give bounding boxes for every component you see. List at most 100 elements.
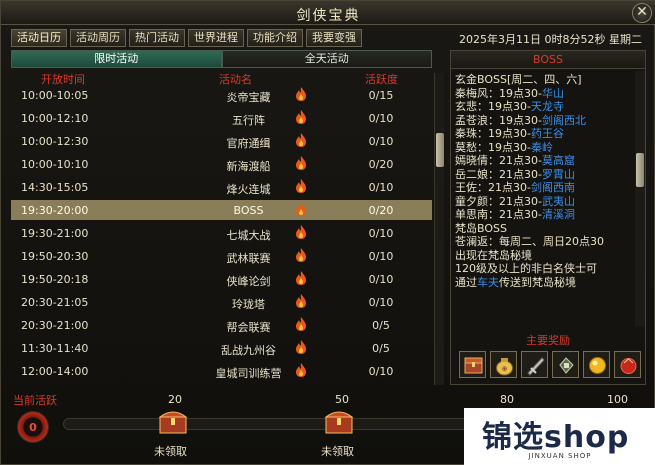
detail-line-text: 岳二娘：21点30-: [455, 167, 542, 181]
detail-line-text: 王佐：21点30-: [455, 181, 531, 194]
detail-line: 苍澜返：每周二、周日20点30: [455, 235, 635, 249]
row-activity-points: 0/20: [368, 158, 394, 171]
row-time: 10:00-10:05: [21, 89, 89, 102]
detail-location-link[interactable]: 药王谷: [531, 127, 564, 140]
detail-line: 秦珠：19点30-药王谷: [455, 127, 635, 141]
tab-world-progress[interactable]: 世界进程: [188, 29, 244, 47]
milestone-status-50: 未领取: [321, 445, 354, 458]
row-time: 19:50-20:30: [21, 250, 89, 263]
detail-location-link[interactable]: 车夫: [477, 276, 499, 289]
row-time: 11:30-11:40: [21, 342, 89, 355]
detail-scrollbar[interactable]: [635, 71, 645, 326]
subtab-timed-activities[interactable]: 限时活动: [11, 50, 222, 68]
detail-line: 岳二娘：21点30-罗霄山: [455, 168, 635, 182]
detail-location-link[interactable]: 清溪洞: [542, 208, 575, 221]
detail-line-text: 玄悲：19点30-: [455, 100, 531, 113]
table-row[interactable]: 20:30-21:05 玲珑塔 0/10: [11, 292, 432, 312]
detail-location-link[interactable]: 天龙寺: [531, 100, 564, 113]
table-row[interactable]: 10:00-10:05 炎帝宝藏 0/15: [11, 85, 432, 105]
detail-location-link[interactable]: 罗霄山: [542, 168, 575, 181]
table-row[interactable]: 19:50-20:30 武林联赛 0/10: [11, 246, 432, 266]
detail-location-link[interactable]: 秦岭: [531, 141, 553, 154]
milestone-value-80: 80: [500, 393, 514, 406]
hot-fire-icon: [295, 224, 307, 240]
table-row[interactable]: 10:00-12:10 五行阵 0/10: [11, 108, 432, 128]
detail-location-link[interactable]: 剑阁西南: [531, 181, 575, 194]
detail-location-link[interactable]: 华山: [542, 87, 564, 100]
row-time: 19:30-21:00: [21, 227, 89, 240]
row-time: 20:30-21:05: [21, 296, 89, 309]
row-activity-points: 0/10: [368, 181, 394, 194]
reward-red-gem-icon[interactable]: [614, 351, 641, 378]
table-row[interactable]: 12:00-14:00 皇城司训练营 0/10: [11, 361, 432, 381]
detail-location-link[interactable]: 莫高窟: [542, 154, 575, 167]
detail-line-text: 孟苍浪：19点30-: [455, 113, 542, 127]
window-title: 剑侠宝典: [296, 8, 361, 24]
milestone-chest-icon[interactable]: [323, 405, 355, 435]
row-activity-name: 烽火连城: [226, 183, 271, 196]
tab-feature-intro[interactable]: 功能介绍: [247, 29, 303, 47]
reward-token-icon[interactable]: [552, 351, 579, 378]
detail-line: 孟苍浪：19点30-剑阁西北: [455, 114, 635, 128]
sub-tab-bar: 限时活动 全天活动: [11, 50, 432, 68]
detail-header: BOSS: [451, 51, 645, 69]
hot-fire-icon: [295, 247, 307, 263]
milestone-chest-icon[interactable]: [157, 405, 189, 435]
detail-location-link[interactable]: 剑阁西北: [542, 114, 586, 127]
svg-text:⊕: ⊕: [502, 365, 508, 373]
reward-blade-icon[interactable]: [521, 351, 548, 378]
current-activity-value: 0: [29, 421, 37, 434]
reward-slots: ⊕: [459, 351, 641, 378]
row-time: 10:00-12:30: [21, 135, 89, 148]
table-row[interactable]: 10:00-12:30 官府通缉 0/10: [11, 131, 432, 151]
row-activity-points: 0/10: [368, 227, 394, 240]
detail-line-text: 莫愁：19点30-: [455, 140, 531, 154]
row-activity-points: 0/10: [368, 296, 394, 309]
hot-fire-icon: [295, 155, 307, 171]
tab-activity-calendar[interactable]: 活动日历: [11, 29, 67, 47]
subtab-allday-activities[interactable]: 全天活动: [221, 50, 432, 68]
reward-chest-icon[interactable]: [459, 351, 486, 378]
row-time: 10:00-12:10: [21, 112, 89, 125]
detail-location-link[interactable]: 武夷山: [542, 195, 575, 208]
tab-weekly-calendar[interactable]: 活动周历: [70, 29, 126, 47]
milestone-status-20: 未领取: [154, 445, 187, 458]
close-icon[interactable]: ✕: [632, 3, 652, 23]
hot-fire-icon: [295, 178, 307, 194]
tab-hot-activities[interactable]: 热门活动: [129, 29, 185, 47]
detail-line: 单思南：21点30-清溪洞: [455, 208, 635, 222]
table-row[interactable]: 10:00-10:10 新海渡船 0/20: [11, 154, 432, 174]
watermark-main-text: 锦选shop: [482, 420, 630, 455]
server-datetime: 2025年3月11日 0时8分52秒 星期二: [459, 33, 642, 46]
reward-pouch-icon[interactable]: ⊕: [490, 351, 517, 378]
detail-line: 通过车夫传送到梵岛秘境: [455, 276, 635, 290]
current-activity-ring: 0: [17, 411, 49, 443]
hot-fire-icon: [295, 339, 307, 355]
row-activity-points: 0/10: [368, 112, 394, 125]
activity-detail-panel: BOSS 玄金BOSS[周二、四、六] 秦梅风：19点30-华山 玄悲：19点30-…: [450, 50, 646, 385]
detail-line: 玄悲：19点30-天龙寺: [455, 100, 635, 114]
row-time: 10:00-10:10: [21, 158, 89, 171]
activity-table: 10:00-10:05 炎帝宝藏 0/15 10:00-12:10 五行阵 0/10 10:…: [11, 85, 432, 385]
table-row[interactable]: 11:30-11:40 乱战九州谷 0/5: [11, 338, 432, 358]
table-scrollbar[interactable]: [434, 73, 444, 385]
row-activity-points: 0/5: [372, 342, 390, 355]
hot-fire-icon: [295, 132, 307, 148]
table-row[interactable]: 14:30-15:05 烽火连城 0/10: [11, 177, 432, 197]
row-activity-name: 五行阵: [232, 114, 265, 127]
table-row[interactable]: 19:50-20:18 侠峰论剑 0/10: [11, 269, 432, 289]
tab-get-stronger[interactable]: 我要变强: [306, 29, 362, 47]
detail-line: 童夕颜：21点30-武夷山: [455, 195, 635, 209]
table-scrollbar-thumb[interactable]: [436, 133, 444, 167]
detail-line-text: 梵岛BOSS: [455, 221, 507, 235]
hot-fire-icon: [295, 362, 307, 378]
table-row[interactable]: 19:30-21:00 七城大战 0/10: [11, 223, 432, 243]
row-activity-name: 侠峰论剑: [226, 275, 271, 288]
table-row[interactable]: 19:30-20:00 BOSS 0/20: [11, 200, 432, 220]
watermark-logo: 锦选shop JINXUAN SHOP: [464, 408, 655, 465]
detail-scrollbar-thumb[interactable]: [636, 153, 644, 187]
table-row[interactable]: 20:30-21:00 帮会联赛 0/5: [11, 315, 432, 335]
reward-gold-orb-icon[interactable]: [583, 351, 610, 378]
detail-line-text: 秦珠：19点30-: [455, 127, 531, 140]
detail-line: 秦梅风：19点30-华山: [455, 87, 635, 101]
